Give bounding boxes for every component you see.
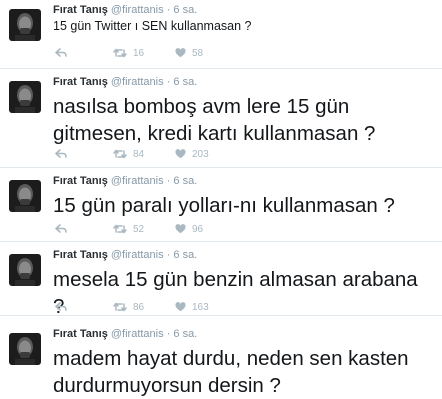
separator-dot: · xyxy=(166,76,171,88)
retweet-button[interactable]: 84 xyxy=(113,149,175,160)
tweet-actions: 16 58 xyxy=(55,46,235,60)
tweet-actions: 52 96 xyxy=(55,222,235,236)
like-button[interactable]: 58 xyxy=(175,48,235,59)
retweet-count: 84 xyxy=(133,148,145,160)
tweet-header: Fırat Tanış @firattanis · 6 sa. xyxy=(53,75,197,89)
retweet-icon xyxy=(113,224,127,234)
tweet-header: Fırat Tanış @firattanis · 6 sa. xyxy=(53,248,197,262)
separator-dot: · xyxy=(166,328,171,340)
retweet-button[interactable]: 16 xyxy=(113,48,175,59)
avatar[interactable] xyxy=(9,254,41,286)
retweet-button[interactable]: 86 xyxy=(113,302,175,313)
author-name[interactable]: Fırat Tanış xyxy=(53,249,108,261)
tweet-header: Fırat Tanış @firattanis · 6 sa. xyxy=(53,3,197,17)
author-name[interactable]: Fırat Tanış xyxy=(53,175,108,187)
reply-icon xyxy=(55,224,67,233)
avatar[interactable] xyxy=(9,333,41,365)
heart-icon xyxy=(175,302,186,312)
avatar[interactable] xyxy=(9,180,41,212)
retweet-count: 16 xyxy=(133,47,145,59)
tweet[interactable]: Fırat Tanış @firattanis · 6 sa. madem ha… xyxy=(0,324,442,397)
tweet-text: 15 gün Twitter ı SEN kullanmasan ? xyxy=(53,19,252,33)
heart-icon xyxy=(175,48,186,58)
separator-dot: · xyxy=(166,249,171,261)
tweet-text: 15 gün paralı yolları-nı kullanmasan ? xyxy=(53,194,395,217)
tweet-text: madem hayat durdu, neden sen kasten durd… xyxy=(53,347,409,397)
tweet[interactable]: Fırat Tanış @firattanis · 6 sa. 15 gün T… xyxy=(0,0,442,69)
tweet-text: nasılsa bomboş avm lere 15 gün gitmesen,… xyxy=(53,95,376,145)
retweet-icon xyxy=(113,48,127,58)
author-handle[interactable]: @firattanis xyxy=(111,175,164,187)
author-handle[interactable]: @firattanis xyxy=(111,328,164,340)
author-name[interactable]: Fırat Tanış xyxy=(53,328,108,340)
reply-button[interactable] xyxy=(55,302,113,312)
reply-icon xyxy=(55,149,67,158)
tweet-header: Fırat Tanış @firattanis · 6 sa. xyxy=(53,174,197,188)
author-handle[interactable]: @firattanis xyxy=(111,249,164,261)
tweet-header: Fırat Tanış @firattanis · 6 sa. xyxy=(53,327,197,341)
retweet-count: 86 xyxy=(133,301,145,313)
like-count: 203 xyxy=(192,148,209,160)
separator-dot: · xyxy=(166,4,171,16)
tweet-time[interactable]: 6 sa. xyxy=(173,328,197,340)
author-name[interactable]: Fırat Tanış xyxy=(53,76,108,88)
retweet-count: 52 xyxy=(133,223,145,235)
tweet-time[interactable]: 6 sa. xyxy=(173,4,197,16)
reply-button[interactable] xyxy=(55,149,113,159)
tweet[interactable]: Fırat Tanış @firattanis · 6 sa. 15 gün p… xyxy=(0,171,442,242)
tweet[interactable]: Fırat Tanış @firattanis · 6 sa. mesela 1… xyxy=(0,245,442,318)
tweet-actions: 84 203 xyxy=(55,147,235,161)
heart-icon xyxy=(175,149,186,159)
like-count: 163 xyxy=(192,301,209,313)
tweet-time[interactable]: 6 sa. xyxy=(173,249,197,261)
retweet-icon xyxy=(113,149,127,159)
reply-icon xyxy=(55,302,67,311)
author-name[interactable]: Fırat Tanış xyxy=(53,4,108,16)
retweet-button[interactable]: 52 xyxy=(113,224,175,235)
tweet[interactable]: Fırat Tanış @firattanis · 6 sa. nasılsa … xyxy=(0,72,442,168)
tweet-actions: 86 163 xyxy=(55,300,235,314)
reply-icon xyxy=(55,48,67,57)
avatar[interactable] xyxy=(9,81,41,113)
reply-button[interactable] xyxy=(55,48,113,58)
tweet-time[interactable]: 6 sa. xyxy=(173,175,197,187)
heart-icon xyxy=(175,224,186,234)
reply-button[interactable] xyxy=(55,224,113,234)
like-count: 96 xyxy=(192,223,204,235)
like-button[interactable]: 96 xyxy=(175,224,235,235)
author-handle[interactable]: @firattanis xyxy=(111,4,164,16)
author-handle[interactable]: @firattanis xyxy=(111,76,164,88)
like-button[interactable]: 163 xyxy=(175,302,235,313)
tweet-time[interactable]: 6 sa. xyxy=(173,76,197,88)
like-count: 58 xyxy=(192,47,204,59)
tweet-timeline: Fırat Tanış @firattanis · 6 sa. 15 gün T… xyxy=(0,0,442,397)
separator-dot: · xyxy=(166,175,171,187)
retweet-icon xyxy=(113,302,127,312)
like-button[interactable]: 203 xyxy=(175,149,235,160)
avatar[interactable] xyxy=(9,9,41,41)
